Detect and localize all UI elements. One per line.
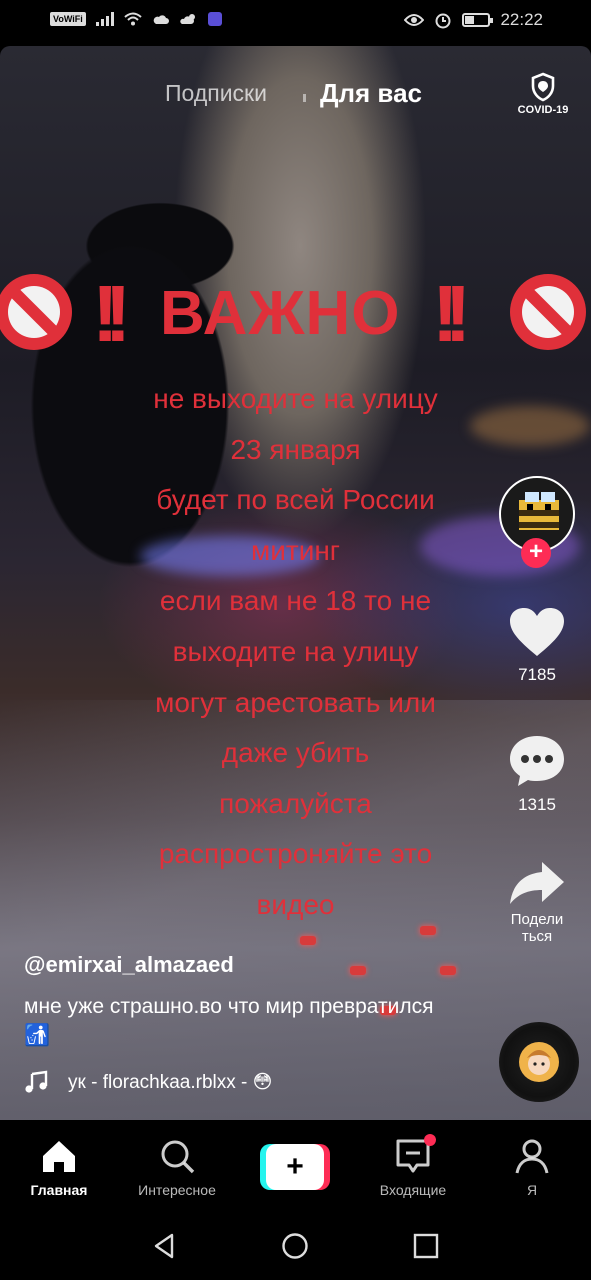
comment-icon	[510, 736, 564, 786]
clock: 22:22	[500, 10, 543, 29]
create-button[interactable]: +	[260, 1144, 330, 1190]
search-icon	[161, 1140, 195, 1174]
share-button[interactable]: Подели ться	[497, 860, 577, 945]
disc-avatar	[519, 1042, 559, 1082]
tab-following[interactable]: Подписки	[165, 80, 267, 107]
battery-icon	[462, 13, 494, 27]
signal-icon	[95, 12, 114, 26]
bottom-navigation: Главная Интересное + Входящие Я	[0, 1120, 591, 1210]
weather-icon	[180, 14, 195, 24]
covid-button[interactable]: COVID-19	[515, 72, 571, 116]
nav-inbox-label: Входящие	[379, 1182, 447, 1198]
share-icon	[510, 862, 564, 904]
like-count: 7185	[518, 665, 556, 684]
feed-tabs: Подписки Для вас	[0, 78, 591, 114]
cloud-icon	[153, 15, 169, 24]
like-button[interactable]: 7185	[497, 606, 577, 685]
alarm-icon	[435, 13, 451, 29]
back-icon[interactable]	[150, 1232, 178, 1260]
eye-icon	[404, 14, 425, 26]
vowifi-badge: VoWiFi	[50, 12, 86, 26]
video-player[interactable]: Подписки Для вас COVID-19 !! ВАЖНО !! не…	[0, 46, 591, 1120]
system-navigation	[0, 1210, 591, 1280]
music-track[interactable]: ук - florachkaa.rblxx - 😳	[24, 1070, 272, 1094]
nav-discover[interactable]: Интересное	[122, 1136, 232, 1198]
exclamation-icon: !!	[92, 269, 131, 358]
caption: @emirxai_almazaed мне уже страшно.во что…	[24, 952, 464, 1050]
overlay-line: могут арестовать или	[155, 686, 436, 718]
nav-home-label: Главная	[30, 1182, 88, 1198]
share-label: Подели ться	[510, 911, 564, 945]
status-bar: VoWiFi 22:22	[0, 0, 591, 46]
video-description: мне уже страшно.во что мир превратился🚮	[24, 995, 434, 1047]
home-circle-icon[interactable]	[281, 1232, 309, 1260]
music-disc[interactable]	[499, 1022, 579, 1102]
no-entry-icon	[510, 274, 586, 350]
overlay-line: митинг	[250, 534, 341, 566]
comment-button[interactable]: 1315	[497, 734, 577, 815]
music-title: ук - florachkaa.rblxx - 😳	[68, 1071, 273, 1093]
creator-username[interactable]: @emirxai_almazaed	[24, 952, 464, 978]
create-plus: +	[266, 1144, 324, 1190]
home-icon	[43, 1141, 75, 1172]
nav-profile[interactable]: Я	[477, 1136, 587, 1198]
covid-label: COVID-19	[517, 104, 569, 116]
bee-avatar-image	[519, 492, 559, 530]
tab-separator	[303, 94, 306, 102]
tab-for-you[interactable]: Для вас	[320, 78, 422, 109]
headline-text: ВАЖНО	[160, 279, 401, 348]
nav-inbox[interactable]: Входящие	[358, 1134, 468, 1198]
nav-home[interactable]: Главная	[4, 1136, 114, 1198]
inbox-notification-dot	[424, 1134, 436, 1146]
shield-icon	[531, 72, 555, 102]
recents-icon[interactable]	[412, 1232, 440, 1260]
comment-count: 1315	[518, 795, 556, 814]
nav-profile-label: Я	[526, 1182, 538, 1198]
wifi-icon	[124, 12, 142, 26]
app-notification-icon	[207, 12, 222, 26]
overlay-line: 23 января	[230, 433, 361, 465]
exclamation-icon: !!	[432, 269, 471, 358]
nav-discover-label: Интересное	[138, 1182, 216, 1198]
overlay-headline: !! ВАЖНО !!	[0, 274, 591, 354]
overlay-line: не выходите на улицу	[153, 383, 438, 414]
heart-icon	[510, 608, 564, 656]
profile-icon	[515, 1139, 549, 1174]
car-light	[300, 936, 316, 945]
music-note-icon	[25, 1070, 48, 1093]
follow-button[interactable]: +	[521, 538, 551, 568]
no-entry-icon	[0, 274, 72, 350]
